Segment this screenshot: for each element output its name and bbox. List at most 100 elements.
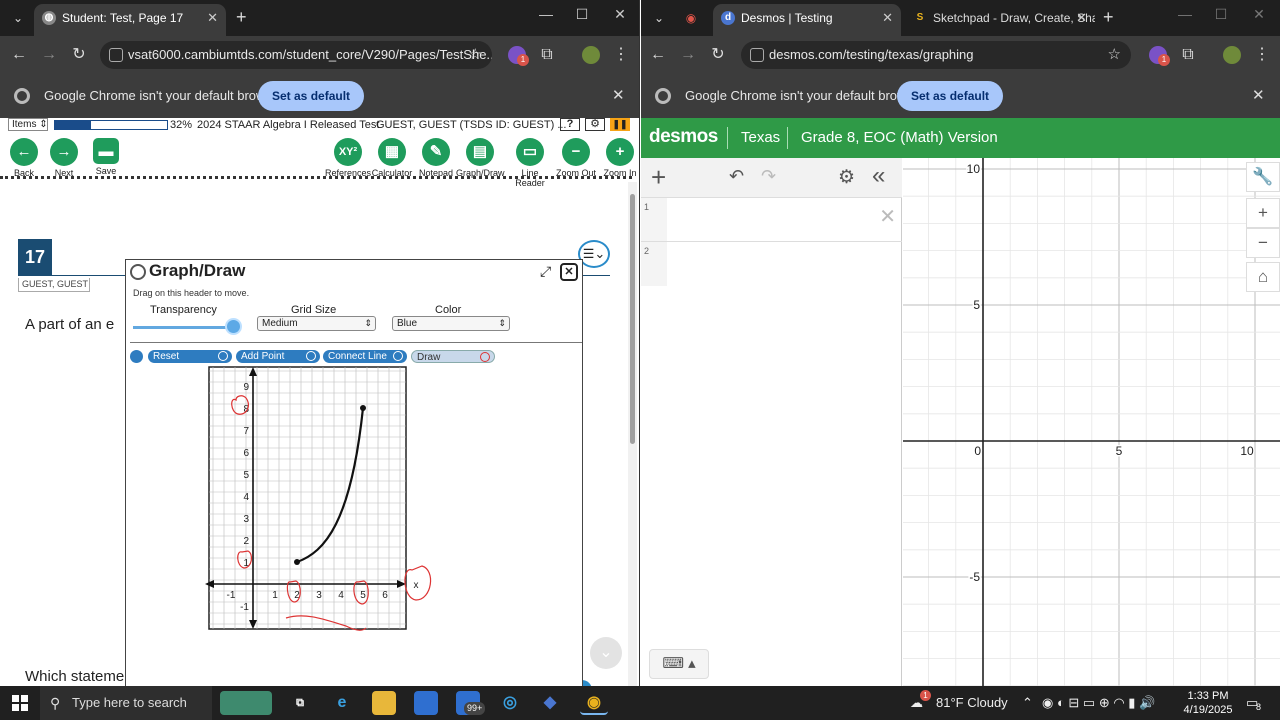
edge-icon[interactable]: e: [330, 691, 354, 715]
linereader-tool-button[interactable]: ▭ Line Reader: [506, 138, 554, 188]
new-tab-button[interactable]: +: [236, 6, 247, 28]
tray-overflow-icon[interactable]: ⌃: [1022, 686, 1033, 720]
chrome-taskbar-icon[interactable]: ◉: [580, 691, 608, 715]
profile-avatar[interactable]: [1223, 46, 1241, 64]
new-tab-button[interactable]: +: [1103, 6, 1114, 28]
graph-draw-dialog[interactable]: Graph/Draw ⤢ ✕ Drag on this header to mo…: [125, 259, 583, 686]
notepad-tool-button[interactable]: ✎ Notepad: [412, 138, 460, 178]
tab-desmos[interactable]: d Desmos | Testing ✕: [713, 4, 901, 36]
tray-icons[interactable]: ◉ ◐ ⊟ ▭ ⊕ ◠ ▮ 🔊: [1042, 686, 1155, 720]
expression-row[interactable]: 2: [641, 242, 902, 286]
close-tab-icon[interactable]: ✕: [207, 4, 218, 32]
wrench-icon[interactable]: 🔧: [1246, 162, 1280, 192]
collapse-panel-icon[interactable]: «: [872, 162, 885, 190]
delete-expression-icon[interactable]: ✕: [879, 204, 896, 229]
undo-icon[interactable]: ↶: [729, 166, 744, 187]
windows-start-icon[interactable]: [12, 695, 28, 711]
set-default-button[interactable]: Set as default: [258, 81, 365, 111]
y-tick-label: 4: [243, 492, 249, 503]
redo-icon[interactable]: ↷: [761, 166, 776, 187]
bookmark-star-icon[interactable]: ☆: [469, 41, 482, 69]
reload-icon[interactable]: ↻: [707, 44, 729, 66]
back-arrow-icon[interactable]: ←: [647, 44, 669, 66]
expression-toolbar: + ↶ ↷ ⚙ «: [641, 158, 902, 198]
desmos-header: desmos Texas Grade 8, EOC (Math) Version: [641, 118, 1280, 158]
browser-toolbar: ← → ↻ vsat6000.cambiumtds.com/student_co…: [0, 36, 639, 74]
close-window-button[interactable]: ✕: [1249, 6, 1269, 23]
save-tool-button[interactable]: ▬ Save: [82, 138, 130, 176]
forward-arrow-icon[interactable]: →: [38, 44, 60, 66]
infobar-close-icon[interactable]: ✕: [1252, 86, 1265, 104]
minimize-button[interactable]: —: [536, 6, 556, 22]
calculator-tool-button[interactable]: ▦ Calculator: [368, 138, 416, 178]
extensions-puzzle-icon[interactable]: ⧉: [536, 44, 558, 66]
tab-student-test[interactable]: ◍ Student: Test, Page 17 ✕: [34, 4, 226, 36]
next-tool-button[interactable]: → Next: [40, 138, 88, 178]
extension-badge: 1: [517, 54, 529, 66]
clock[interactable]: 1:33 PM 4/19/2025: [1180, 689, 1236, 717]
zoom-in-button[interactable]: +: [1246, 198, 1280, 228]
file-explorer-icon[interactable]: [372, 691, 396, 715]
zoomout-tool-button[interactable]: − Zoom Out: [552, 138, 600, 178]
graph-canvas[interactable]: 987654321-1-1 1 2 3 4 5 6x: [126, 260, 584, 686]
profile-avatar[interactable]: [582, 46, 600, 64]
store-icon[interactable]: [414, 691, 438, 715]
extensions-puzzle-icon[interactable]: ⧉: [1177, 44, 1199, 66]
keyboard-toggle-button[interactable]: ⌨ ▴: [649, 649, 709, 679]
header-separator: [727, 127, 728, 149]
graph-settings-icon[interactable]: ⚙: [838, 166, 855, 189]
page-scrollbar[interactable]: [628, 182, 637, 686]
reload-icon[interactable]: ↻: [68, 44, 90, 66]
help-button[interactable]: ?: [560, 118, 580, 131]
close-tab-icon[interactable]: ✕: [1076, 4, 1087, 32]
zoomin-tool-button[interactable]: + Zoom In: [596, 138, 639, 178]
recording-icon[interactable]: ◉: [679, 6, 703, 30]
home-icon[interactable]: ⌂: [1246, 262, 1280, 292]
add-item-icon[interactable]: +: [651, 162, 666, 193]
expression-row[interactable]: 1 ✕: [641, 198, 902, 242]
tab-search-button[interactable]: ⌄: [6, 6, 30, 30]
search-placeholder: Type here to search: [72, 695, 187, 710]
taskbar-search-box[interactable]: ⚲ Type here to search: [40, 686, 212, 720]
curve-start-point: [294, 559, 300, 565]
desmos-graph-svg[interactable]: 0 5 10 10 5 -5: [901, 141, 1280, 686]
desmos-graph-paper[interactable]: 0 5 10 10 5 -5: [901, 141, 1280, 686]
minimize-button[interactable]: —: [1175, 6, 1195, 22]
y-tick-label: -5: [969, 570, 980, 584]
address-url: vsat6000.cambiumtds.com/student_core/V29…: [128, 47, 492, 62]
chrome-menu-icon[interactable]: ⋮: [610, 44, 632, 66]
tab-search-button[interactable]: ⌄: [647, 6, 671, 30]
references-tool-button[interactable]: XY² References: [324, 138, 372, 178]
close-tab-icon[interactable]: ✕: [882, 4, 893, 32]
save-label: Save: [95, 166, 117, 176]
address-bar[interactable]: desmos.com/testing/texas/graphing ☆: [741, 41, 1131, 69]
scroll-down-button[interactable]: ⌄: [590, 637, 622, 669]
address-bar[interactable]: vsat6000.cambiumtds.com/student_core/V29…: [100, 41, 492, 69]
forward-arrow-icon[interactable]: →: [677, 44, 699, 66]
pause-button[interactable]: ❚❚: [610, 118, 630, 131]
graphdraw-tool-button[interactable]: ▤ Graph/Draw: [456, 138, 505, 178]
app-icon[interactable]: ◆: [538, 691, 562, 715]
teams-icon[interactable]: ◎: [498, 691, 522, 715]
maximize-button[interactable]: ☐: [1211, 6, 1231, 23]
items-select[interactable]: Items ⇕: [8, 118, 48, 131]
scroll-thumb[interactable]: [630, 194, 635, 444]
back-arrow-icon[interactable]: ←: [8, 44, 30, 66]
settings-gear-icon[interactable]: ⚙: [585, 118, 605, 131]
site-info-icon[interactable]: [750, 48, 764, 62]
widgets-thumbnail[interactable]: [220, 691, 272, 715]
y-tick-label: -1: [240, 602, 249, 613]
chrome-menu-icon[interactable]: ⋮: [1251, 44, 1273, 66]
maximize-button[interactable]: ☐: [572, 6, 592, 23]
tab-sketchpad[interactable]: S Sketchpad - Draw, Create, Sha ✕: [905, 4, 1095, 36]
clock-date: 4/19/2025: [1183, 704, 1233, 716]
site-info-icon[interactable]: [109, 48, 123, 62]
bookmark-star-icon[interactable]: ☆: [1108, 41, 1121, 69]
infobar-close-icon[interactable]: ✕: [612, 86, 625, 104]
zoom-out-button[interactable]: −: [1246, 228, 1280, 258]
question-text: A part of an e: [25, 316, 115, 333]
close-window-button[interactable]: ✕: [610, 6, 630, 23]
task-view-icon[interactable]: ⧉: [288, 691, 312, 715]
weather-text[interactable]: 81°F Cloudy: [936, 686, 1008, 720]
set-default-button[interactable]: Set as default: [897, 81, 1004, 111]
